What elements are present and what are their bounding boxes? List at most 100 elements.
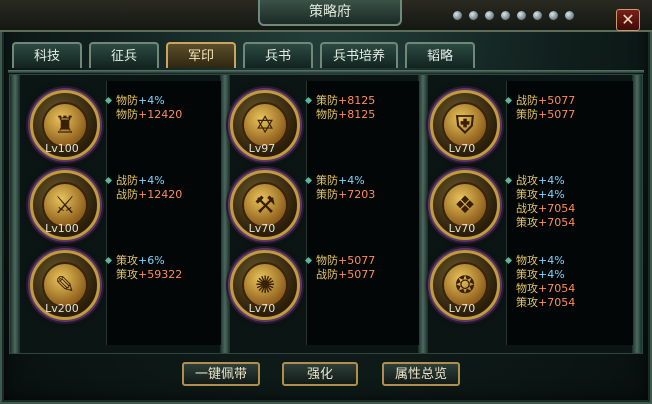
window-title: 策略府 xyxy=(258,0,402,26)
seal-level: Lv100 xyxy=(45,142,79,155)
stat-name: 战防 xyxy=(116,188,138,201)
stat-name: 物防 xyxy=(116,108,138,121)
seal-stats: 策防+8125 物防+8125 xyxy=(316,94,375,122)
attr-summary-button[interactable]: 属性总览 xyxy=(382,362,460,386)
stat-line: 战攻+4% xyxy=(516,174,575,188)
seal-level: Lv70 xyxy=(448,302,476,315)
stat-line: 战防+4% xyxy=(116,174,182,188)
stat-line: 物防+4% xyxy=(116,94,182,108)
stat-name: 物防 xyxy=(316,108,338,121)
stat-name: 物攻 xyxy=(516,254,538,267)
seal-stats: 物防+5077 战防+5077 xyxy=(316,254,375,282)
seal-level: Lv70 xyxy=(448,142,476,155)
stat-value: +7054 xyxy=(538,296,576,309)
stat-name: 策攻 xyxy=(516,216,538,229)
stat-value: +8125 xyxy=(338,94,376,107)
column-divider xyxy=(10,75,20,353)
stat-line: 战防+5077 xyxy=(316,268,375,282)
stat-value: +5077 xyxy=(338,268,376,281)
seal-stats: 策防+4% 策防+7203 xyxy=(316,174,375,202)
decor-orb-icon xyxy=(452,10,463,21)
strengthen-button[interactable]: 强化 xyxy=(282,362,358,386)
stat-name: 策防 xyxy=(316,174,338,187)
stat-value: +7203 xyxy=(338,188,376,201)
stat-name: 策攻 xyxy=(116,268,138,281)
seal-stats: 战防+4% 战防+12420 xyxy=(116,174,182,202)
stat-line: 战防+12420 xyxy=(116,188,182,202)
stat-line: 物防+8125 xyxy=(316,108,375,122)
seal-stats: 物攻+4% 策攻+4% 物攻+7054 策攻+7054 xyxy=(516,254,575,310)
seal-level: Lv100 xyxy=(45,222,79,235)
tab-war-book[interactable]: 兵书 xyxy=(243,42,313,68)
stat-value: +4% xyxy=(538,268,565,281)
stat-name: 策攻 xyxy=(516,296,538,309)
equip-all-button[interactable]: 一键佩带 xyxy=(182,362,260,386)
stat-name: 策攻 xyxy=(516,188,538,201)
stat-value: +4% xyxy=(538,188,565,201)
stat-line: 战防+5077 xyxy=(516,94,575,108)
stat-name: 战防 xyxy=(316,268,338,281)
stat-name: 物攻 xyxy=(516,282,538,295)
decor-orb-icon xyxy=(548,10,559,21)
stat-value: +4% xyxy=(538,254,565,267)
stat-line: 物防+12420 xyxy=(116,108,182,122)
tab-military-seal[interactable]: 军印 xyxy=(166,42,236,68)
seal-stats: 策攻+6% 策攻+59322 xyxy=(116,254,182,282)
stat-line: 策攻+7054 xyxy=(516,216,575,230)
stat-line: 策攻+7054 xyxy=(516,296,575,310)
tab-strategy[interactable]: 韬略 xyxy=(405,42,475,68)
seal-level: Lv200 xyxy=(45,302,79,315)
decor-orb-icon xyxy=(516,10,527,21)
tab-underline xyxy=(8,70,644,73)
seal-stats: 物防+4% 物防+12420 xyxy=(116,94,182,122)
stat-value: +12420 xyxy=(138,188,183,201)
close-button[interactable]: ✕ xyxy=(616,9,640,31)
column-divider xyxy=(632,75,642,353)
stat-line: 物攻+4% xyxy=(516,254,575,268)
stat-line: 策防+7203 xyxy=(316,188,375,202)
stat-name: 策攻 xyxy=(516,268,538,281)
stat-value: +7054 xyxy=(538,216,576,229)
stat-name: 策防 xyxy=(316,188,338,201)
stat-name: 策防 xyxy=(516,108,538,121)
stat-line: 物防+5077 xyxy=(316,254,375,268)
decor-orb-icon xyxy=(468,10,479,21)
seal-stats: 战防+5077 策防+5077 xyxy=(516,94,575,122)
seal-level: Lv97 xyxy=(248,142,276,155)
decor-orb-icon xyxy=(564,10,575,21)
stat-name: 物防 xyxy=(316,254,338,267)
stat-value: +6% xyxy=(138,254,165,267)
stat-value: +12420 xyxy=(138,108,183,121)
stat-value: +8125 xyxy=(338,108,376,121)
decor-orb-icon xyxy=(532,10,543,21)
stat-value: +5077 xyxy=(538,108,576,121)
stat-value: +59322 xyxy=(138,268,183,281)
stat-line: 策防+4% xyxy=(316,174,375,188)
stat-name: 物防 xyxy=(116,94,138,107)
decor-orb-icon xyxy=(500,10,511,21)
tab-war-book-training[interactable]: 兵书培养 xyxy=(320,42,398,68)
column-divider xyxy=(220,75,230,353)
stat-value: +5077 xyxy=(538,94,576,107)
stat-value: +7054 xyxy=(538,202,576,215)
tab-tech[interactable]: 科技 xyxy=(12,42,82,68)
tab-recruit[interactable]: 征兵 xyxy=(89,42,159,68)
column-divider xyxy=(418,75,428,353)
stat-value: +5077 xyxy=(338,254,376,267)
stat-line: 策攻+4% xyxy=(516,188,575,202)
stat-name: 战防 xyxy=(116,174,138,187)
stat-name: 战攻 xyxy=(516,202,538,215)
stat-name: 策防 xyxy=(316,94,338,107)
stat-value: +4% xyxy=(138,174,165,187)
decor-orb-icon xyxy=(484,10,495,21)
stat-name: 战攻 xyxy=(516,174,538,187)
seal-level: Lv70 xyxy=(248,222,276,235)
seal-stats: 战攻+4% 策攻+4% 战攻+7054 策攻+7054 xyxy=(516,174,575,230)
stat-name: 策攻 xyxy=(116,254,138,267)
stat-name: 战防 xyxy=(516,94,538,107)
stat-line: 物攻+7054 xyxy=(516,282,575,296)
stat-value: +4% xyxy=(138,94,165,107)
stat-line: 策攻+59322 xyxy=(116,268,182,282)
stat-line: 策攻+6% xyxy=(116,254,182,268)
seal-level: Lv70 xyxy=(448,222,476,235)
